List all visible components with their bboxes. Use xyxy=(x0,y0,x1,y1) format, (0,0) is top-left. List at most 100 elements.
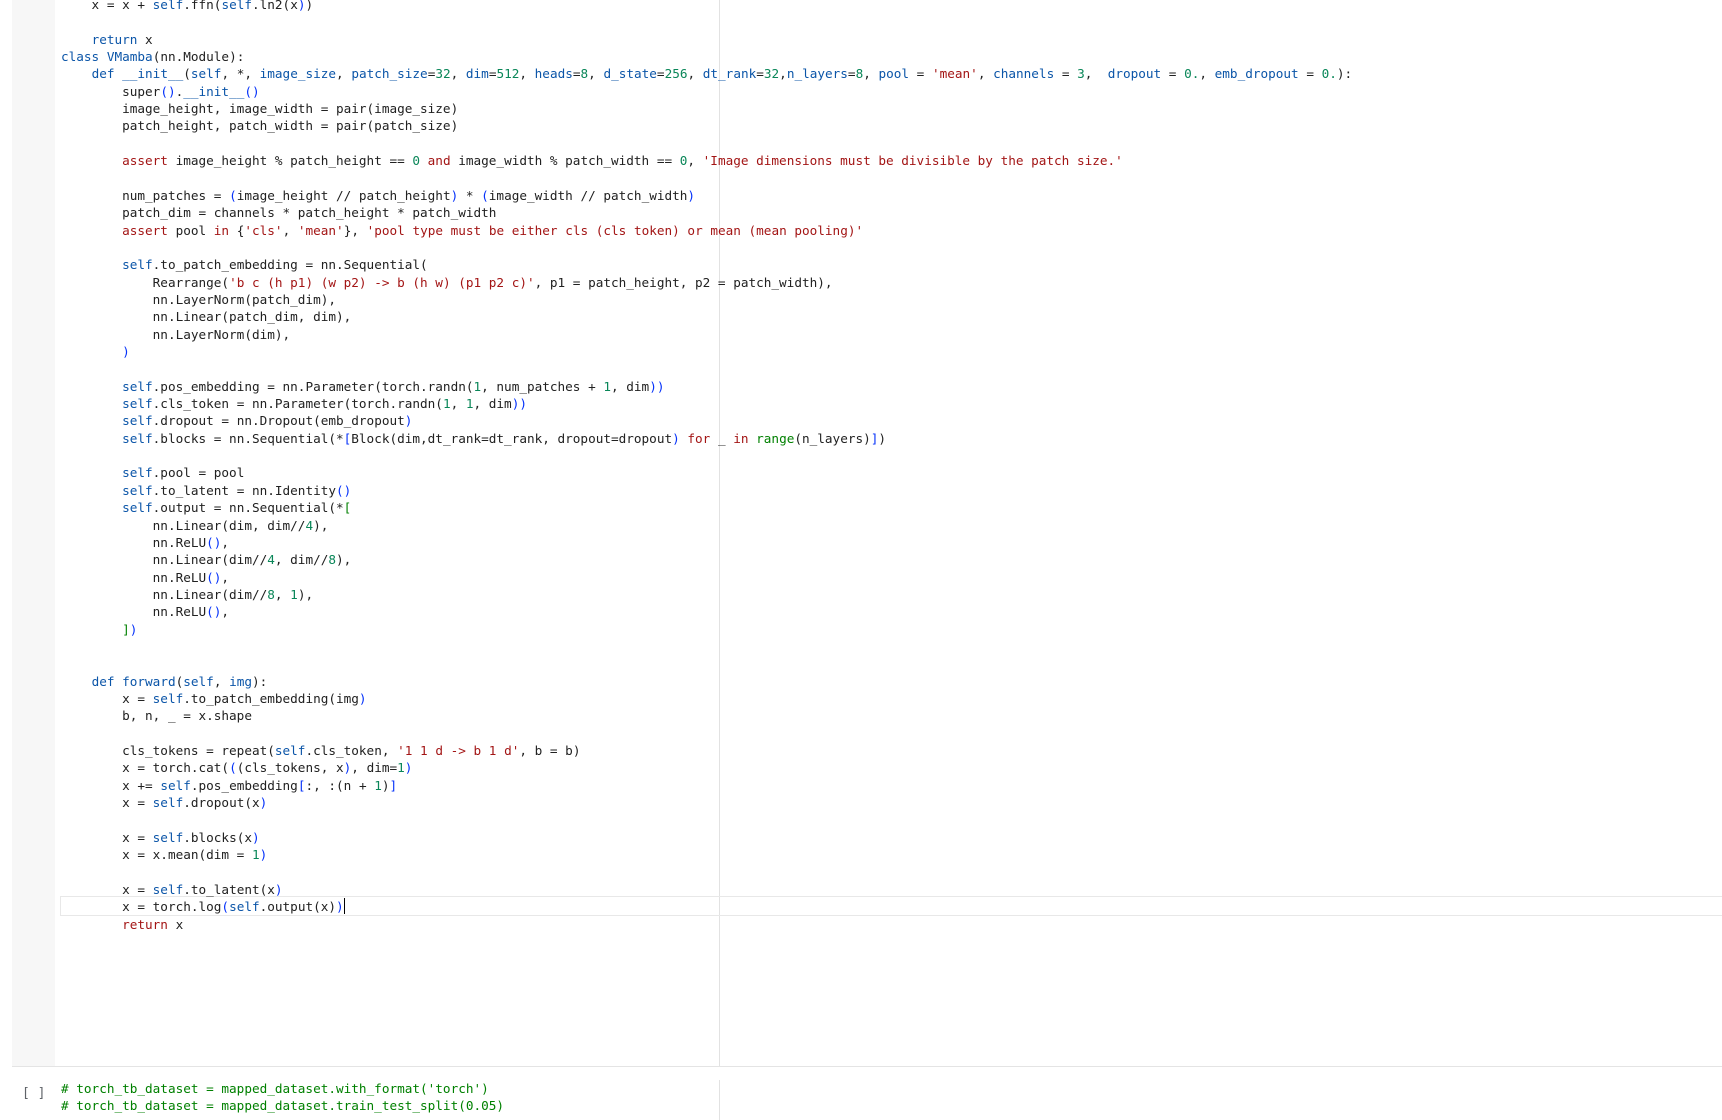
code-token: ] xyxy=(389,777,398,793)
code-editor[interactable]: # torch_tb_dataset = mapped_dataset.with… xyxy=(55,1080,1722,1120)
code-token: self xyxy=(229,899,260,915)
code-line[interactable]: b, n, _ = x.shape xyxy=(61,706,252,725)
code-line[interactable]: patch_dim = channels * patch_height * pa… xyxy=(61,203,496,222)
code-token: .ffn( xyxy=(183,0,222,12)
code-line[interactable]: patch_height, patch_width = pair(patch_s… xyxy=(61,116,458,135)
code-token: )) xyxy=(511,396,527,412)
code-token: ) xyxy=(122,344,130,359)
code-token: , xyxy=(282,222,298,238)
code-token: range xyxy=(756,430,795,446)
code-token: .cls_token = nn.Parameter(torch.randn( xyxy=(152,396,443,412)
code-token: ), xyxy=(313,517,329,533)
code-line[interactable]: return x xyxy=(61,30,153,49)
code-token: 'Image dimensions must be divisible by t… xyxy=(702,153,1123,169)
code-token: self xyxy=(122,378,153,394)
code-line[interactable]: nn.Linear(patch_dim, dim), xyxy=(61,307,352,326)
code-line[interactable]: self.to_latent = nn.Identity() xyxy=(61,481,351,500)
code-line[interactable]: def __init__(self, *, image_size, patch_… xyxy=(61,64,1353,83)
code-line[interactable]: nn.Linear(dim, dim//4), xyxy=(61,516,329,535)
code-token: , xyxy=(213,673,230,689)
code-line[interactable]: def forward(self, img): xyxy=(61,672,268,691)
code-line[interactable]: nn.ReLU(), xyxy=(61,533,229,552)
code-token: 1 xyxy=(290,586,298,602)
code-token: patch_height, patch_width = pair(patch_s… xyxy=(61,118,459,134)
code-token: in xyxy=(213,222,230,238)
code-line[interactable]: self.output = nn.Sequential(*[ xyxy=(61,498,351,517)
code-line[interactable]: nn.LayerNorm(patch_dim), xyxy=(61,290,336,309)
code-token: ) xyxy=(878,430,887,446)
code-line[interactable]: # torch_tb_dataset = mapped_dataset.trai… xyxy=(61,1096,504,1115)
code-line[interactable]: self.to_patch_embedding = nn.Sequential( xyxy=(61,255,428,274)
code-token: nn.Linear(patch_dim, dim), xyxy=(61,309,352,325)
code-token: ) xyxy=(404,760,413,776)
code-token: ) xyxy=(259,795,268,811)
code-line[interactable]: x = x.mean(dim = 1) xyxy=(61,845,267,864)
code-token: , xyxy=(336,66,352,82)
code-line[interactable]: Rearrange('b c (h p1) (w p2) -> b (h w) … xyxy=(61,273,833,292)
code-line[interactable]: ) xyxy=(61,342,130,361)
code-token: 0. xyxy=(1184,66,1200,82)
code-line[interactable]: return x xyxy=(61,915,183,934)
code-token: dropout xyxy=(1107,66,1162,82)
code-token: x xyxy=(167,916,184,932)
code-line[interactable]: num_patches = (image_height // patch_hei… xyxy=(61,186,695,205)
code-token: .blocks(x xyxy=(183,829,252,845)
code-line[interactable]: x = self.dropout(x) xyxy=(61,793,267,812)
code-token: .pool = pool xyxy=(152,465,245,481)
code-token: ( xyxy=(183,66,191,82)
code-line[interactable]: cls_tokens = repeat(self.cls_token, '1 1… xyxy=(61,741,580,760)
code-line[interactable]: nn.ReLU(), xyxy=(61,568,229,587)
code-token: ] xyxy=(122,621,130,637)
code-line[interactable]: x = self.to_patch_embedding(img) xyxy=(61,689,366,708)
code-line[interactable]: ]) xyxy=(61,620,137,639)
code-token: __init__ xyxy=(122,66,184,82)
code-token: , dim xyxy=(473,396,512,412)
code-line[interactable]: nn.Linear(dim//8, 1), xyxy=(61,585,313,604)
code-token: nn.Linear(dim// xyxy=(61,552,268,568)
code-line[interactable]: self.pos_embedding = nn.Parameter(torch.… xyxy=(61,377,664,396)
code-token: )) xyxy=(649,378,665,394)
code-token: ) xyxy=(274,881,283,897)
code-line[interactable]: assert pool in {'cls', 'mean'}, 'pool ty… xyxy=(61,221,863,240)
code-line[interactable]: x = self.blocks(x) xyxy=(61,828,260,847)
code-cell-dataset[interactable]: [ ] # torch_tb_dataset = mapped_dataset.… xyxy=(12,1080,1722,1120)
code-line[interactable]: self.dropout = nn.Dropout(emb_dropout) xyxy=(61,411,412,430)
code-token: :, :(n + xyxy=(305,777,375,793)
code-token: .to_patch_embedding = nn.Sequential( xyxy=(152,257,428,273)
code-line[interactable]: x = self.to_latent(x) xyxy=(61,880,283,899)
code-line[interactable]: x += self.pos_embedding[:, :(n + 1)] xyxy=(61,776,397,795)
code-line[interactable]: x = torch.cat(((cls_tokens, x), dim=1) xyxy=(61,758,412,777)
code-token: 1 xyxy=(465,396,474,412)
code-line[interactable]: nn.ReLU(), xyxy=(61,602,229,621)
column-ruler xyxy=(719,1080,720,1120)
code-editor[interactable]: x = x + self.ffn(self.ln2(x)) return x cl… xyxy=(55,0,1722,1066)
code-line[interactable]: x = x + self.ffn(self.ln2(x)) xyxy=(61,0,314,14)
code-line[interactable]: # torch_tb_dataset = mapped_dataset.with… xyxy=(61,1080,489,1098)
code-token: .output(x) xyxy=(259,899,337,915)
code-line[interactable]: self.blocks = nn.Sequential(*[Block(dim,… xyxy=(61,429,886,448)
code-token: , xyxy=(221,534,230,550)
code-line[interactable]: nn.LayerNorm(dim), xyxy=(61,325,291,344)
code-token: 1 xyxy=(397,760,405,776)
code-token: cls_tokens = repeat( xyxy=(61,743,275,759)
code-token: 'mean' xyxy=(931,66,978,82)
code-token: image_height, image_width = pair(image_s… xyxy=(61,101,459,117)
code-token: self xyxy=(152,0,184,12)
code-token: .dropout = nn.Dropout(emb_dropout xyxy=(152,413,405,429)
code-token: = xyxy=(572,66,581,82)
code-line[interactable]: super().__init__() xyxy=(61,82,260,101)
code-token: { xyxy=(229,222,245,238)
code-line[interactable]: class VMamba(nn.Module): xyxy=(61,47,244,66)
code-token: [ xyxy=(343,500,352,516)
code-line[interactable]: assert image_height % patch_height == 0 … xyxy=(61,151,1123,170)
code-line[interactable]: self.pool = pool xyxy=(61,463,244,482)
code-cell-vmamba[interactable]: x = x + self.ffn(self.ln2(x)) return x cl… xyxy=(12,0,1722,1067)
run-cell-button[interactable]: [ ] xyxy=(22,1086,45,1101)
code-token: ), xyxy=(336,552,352,568)
code-line[interactable]: x = torch.log(self.output(x)) xyxy=(61,897,345,916)
code-line[interactable]: nn.Linear(dim//4, dim//8), xyxy=(61,550,352,569)
code-line[interactable]: self.cls_token = nn.Parameter(torch.rand… xyxy=(61,394,527,413)
code-line[interactable]: image_height, image_width = pair(image_s… xyxy=(61,99,458,118)
